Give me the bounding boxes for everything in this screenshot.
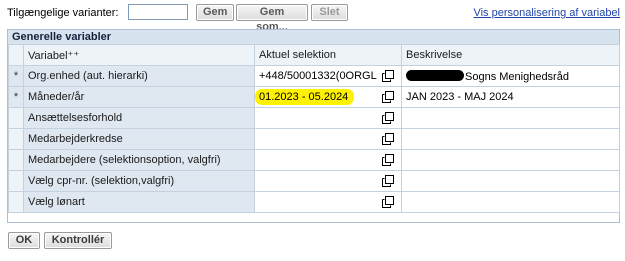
selection-cell[interactable] — [254, 191, 402, 213]
variables-table: Variabel⁺⁺ Aktuel selektion Beskrivelse … — [8, 44, 620, 213]
copy-icon[interactable] — [382, 154, 394, 166]
delete-button[interactable]: Slet — [311, 4, 348, 21]
variable-name: Medarbejderkredse — [23, 128, 255, 150]
table-row: Medarbejderkredse — [8, 128, 620, 150]
required-marker — [8, 191, 24, 213]
variable-name: Vælg lønart — [23, 191, 255, 213]
copy-icon[interactable] — [382, 133, 394, 145]
selection-cell[interactable] — [254, 170, 402, 192]
table-row: Medarbejdere (selektionsoption, valgfri) — [8, 149, 620, 171]
description-cell: JAN 2023 - MAJ 2024 — [401, 86, 620, 108]
table-row: Vælg lønart — [8, 191, 620, 213]
copy-icon[interactable] — [382, 175, 394, 187]
description-column-header: Beskrivelse — [401, 44, 620, 66]
required-marker: * — [8, 86, 24, 108]
panel-title: Generelle variabler — [8, 30, 619, 44]
table-header-row: Variabel⁺⁺ Aktuel selektion Beskrivelse — [8, 44, 620, 66]
description-cell — [401, 191, 620, 213]
save-button[interactable]: Gem — [196, 4, 234, 21]
selection-cell[interactable] — [254, 107, 402, 129]
description-text: JAN 2023 - MAJ 2024 — [406, 91, 514, 103]
selection-cell[interactable] — [254, 149, 402, 171]
description-cell: Sogns Menighedsråd — [401, 65, 620, 87]
required-marker — [8, 170, 24, 192]
check-button[interactable]: Kontrollér — [44, 232, 112, 249]
description-cell — [401, 170, 620, 192]
copy-icon[interactable] — [382, 112, 394, 124]
required-column-header — [8, 44, 24, 66]
table-row: * Måneder/år 01.2023 - 05.2024 JAN 2023 - M… — [8, 86, 620, 108]
variable-name: Vælg cpr-nr. (selektion,valgfri) — [23, 170, 255, 192]
variants-label: Tilgængelige varianter: — [7, 7, 119, 19]
variable-name: Medarbejdere (selektionsoption, valgfri) — [23, 149, 255, 171]
table-row: * Org.enhed (aut. hierarki) +448/50001332(… — [8, 65, 620, 87]
copy-icon[interactable] — [382, 196, 394, 208]
variable-column-header[interactable]: Variabel⁺⁺ — [23, 44, 255, 66]
selection-cell[interactable] — [254, 128, 402, 150]
table-row: Vælg cpr-nr. (selektion,valgfri) — [8, 170, 620, 192]
show-personalization-link[interactable]: Vis personalisering af variabel — [473, 7, 620, 19]
selection-column-header: Aktuel selektion — [254, 44, 402, 66]
variant-input[interactable] — [128, 4, 188, 20]
required-marker: * — [8, 65, 24, 87]
copy-icon[interactable] — [382, 91, 394, 103]
required-marker — [8, 128, 24, 150]
description-text: Sogns Menighedsråd — [465, 70, 569, 83]
table-row: Ansættelsesforhold — [8, 107, 620, 129]
description-cell — [401, 149, 620, 171]
general-variables-panel: Generelle variabler Variabel⁺⁺ Aktuel se… — [7, 29, 620, 223]
selection-value: +448/50001332(0ORGL — [259, 70, 377, 82]
description-cell — [401, 128, 620, 150]
variant-toolbar: Tilgængelige varianter: Gem Gem som... S… — [7, 4, 620, 33]
variable-name: Org.enhed (aut. hierarki) — [23, 65, 255, 87]
copy-icon[interactable] — [382, 70, 394, 82]
redaction-mark — [406, 69, 464, 81]
ok-button[interactable]: OK — [8, 232, 40, 249]
variable-name: Ansættelsesforhold — [23, 107, 255, 129]
required-marker — [8, 107, 24, 129]
selection-cell[interactable]: 01.2023 - 05.2024 — [254, 86, 402, 108]
required-marker — [8, 149, 24, 171]
selection-cell[interactable]: +448/50001332(0ORGL — [254, 65, 402, 87]
selection-value: 01.2023 - 05.2024 — [255, 89, 355, 105]
description-cell — [401, 107, 620, 129]
variable-name: Måneder/år — [23, 86, 255, 108]
save-as-button[interactable]: Gem som... — [236, 4, 308, 33]
